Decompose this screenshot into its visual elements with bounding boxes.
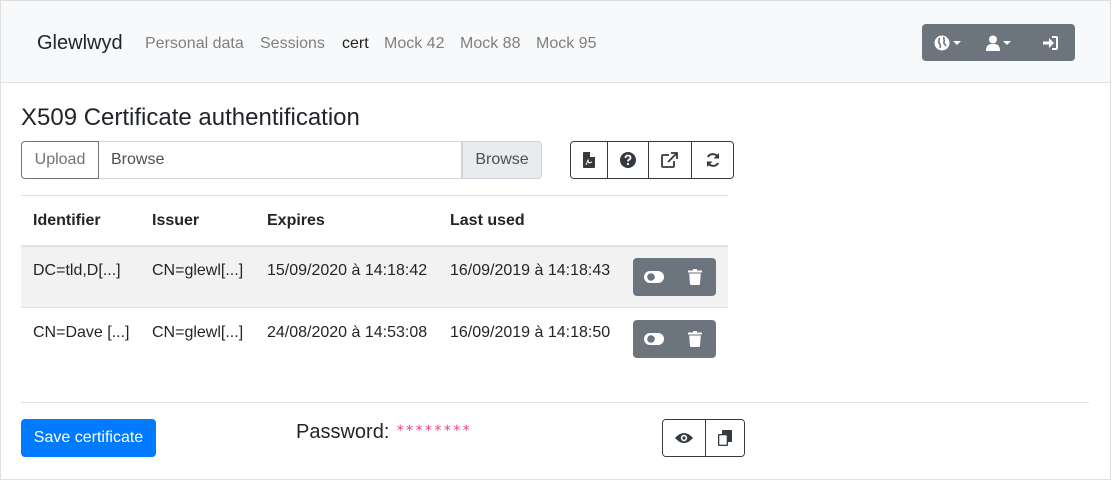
trash-icon bbox=[687, 331, 702, 347]
nav-item-mock-88[interactable]: Mock 88 bbox=[460, 35, 520, 53]
row-actions bbox=[633, 258, 716, 296]
user-icon bbox=[986, 35, 1000, 51]
delete-button[interactable] bbox=[674, 320, 715, 358]
browse-button[interactable]: Browse bbox=[462, 141, 542, 179]
external-link-icon bbox=[661, 152, 678, 168]
cell-identifier: DC=tld,D[...] bbox=[33, 262, 121, 279]
show-password-button[interactable] bbox=[663, 420, 706, 456]
cell-last-used: 16/09/2019 à 14:18:43 bbox=[450, 262, 611, 279]
navbar: Glewlwyd Personal data Sessions cert Moc… bbox=[1, 1, 1110, 83]
question-icon bbox=[620, 152, 636, 168]
toggle-on-icon bbox=[643, 333, 664, 345]
password-label: Password: bbox=[296, 421, 390, 443]
nav-item-personal-data[interactable]: Personal data bbox=[145, 35, 244, 53]
row-actions bbox=[633, 320, 716, 358]
nav-item-mock-42[interactable]: Mock 42 bbox=[384, 35, 444, 53]
toggle-button[interactable] bbox=[633, 258, 674, 296]
toggle-on-icon bbox=[643, 271, 664, 283]
cell-expires: 24/08/2020 à 14:53:08 bbox=[267, 324, 428, 341]
cell-expires: 15/09/2020 à 14:18:42 bbox=[267, 262, 428, 279]
refresh-icon bbox=[706, 153, 719, 167]
row-divider bbox=[21, 307, 728, 308]
file-pdf-icon bbox=[583, 152, 595, 168]
trash-icon bbox=[687, 269, 702, 285]
delete-button[interactable] bbox=[674, 258, 715, 296]
brand[interactable]: Glewlwyd bbox=[37, 32, 123, 55]
nav-item-cert[interactable]: cert bbox=[342, 35, 369, 53]
chevron-down-icon bbox=[953, 40, 961, 45]
nav-button-group bbox=[922, 24, 1075, 61]
nav-item-mock-95[interactable]: Mock 95 bbox=[536, 35, 596, 53]
cell-issuer: CN=glewl[...] bbox=[152, 262, 244, 279]
nav-item-sessions[interactable]: Sessions bbox=[260, 35, 325, 53]
cell-identifier: CN=Dave [...] bbox=[33, 324, 130, 341]
footer-divider bbox=[21, 402, 1089, 403]
table-top-border bbox=[21, 195, 728, 196]
language-dropdown[interactable] bbox=[922, 24, 973, 61]
column-header-identifier: Identifier bbox=[33, 212, 101, 229]
user-dropdown[interactable] bbox=[973, 24, 1024, 61]
sign-in-button[interactable] bbox=[1024, 24, 1075, 61]
sign-in-icon bbox=[1042, 35, 1058, 50]
file-input[interactable]: Browse bbox=[99, 141, 462, 179]
cell-last-used: 16/09/2019 à 14:18:50 bbox=[450, 324, 611, 341]
column-header-issuer: Issuer bbox=[152, 212, 200, 229]
eye-icon bbox=[675, 433, 693, 443]
password-actions bbox=[662, 419, 745, 457]
refresh-button[interactable] bbox=[692, 142, 733, 178]
page-title: X509 Certificate authentification bbox=[21, 104, 360, 131]
password-value: ******** bbox=[396, 423, 472, 439]
help-button[interactable] bbox=[608, 142, 649, 178]
upload-group: Upload Browse Browse bbox=[21, 141, 542, 179]
toggle-button[interactable] bbox=[633, 320, 674, 358]
globe-icon bbox=[934, 35, 950, 50]
copy-icon bbox=[718, 430, 732, 446]
column-header-expires: Expires bbox=[267, 212, 325, 229]
upload-button[interactable]: Upload bbox=[21, 141, 99, 179]
column-header-last-used: Last used bbox=[450, 212, 525, 229]
open-external-button[interactable] bbox=[649, 142, 692, 178]
cell-issuer: CN=glewl[...] bbox=[152, 324, 244, 341]
tool-button-group bbox=[570, 141, 734, 179]
copy-password-button[interactable] bbox=[706, 420, 744, 456]
save-certificate-button[interactable]: Save certificate bbox=[21, 419, 156, 457]
download-pdf-button[interactable] bbox=[571, 142, 608, 178]
chevron-down-icon bbox=[1003, 40, 1011, 45]
